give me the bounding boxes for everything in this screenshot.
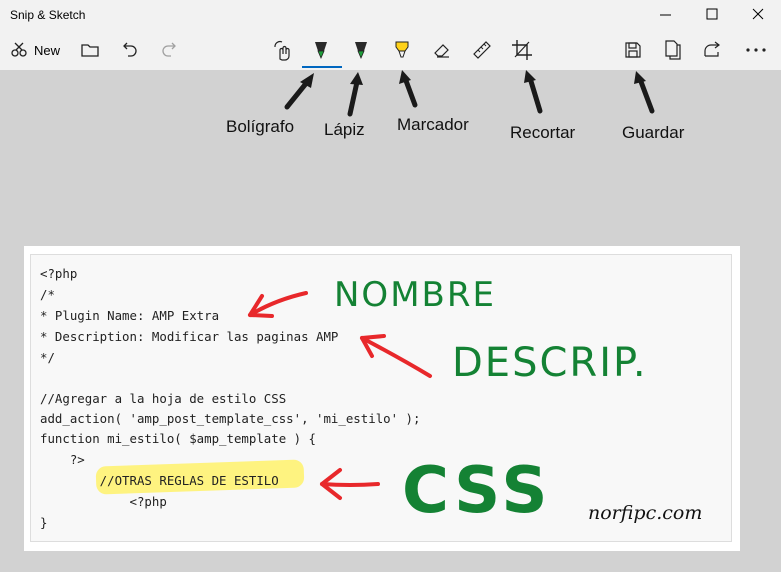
watermark: norfipc.com — [588, 502, 703, 524]
handwriting-css: CSS — [402, 454, 552, 528]
handwriting-descrip: DESCRIP. — [452, 340, 648, 386]
red-arrow-css — [320, 482, 380, 487]
handwriting-nombre: NOMBRE — [334, 275, 496, 315]
